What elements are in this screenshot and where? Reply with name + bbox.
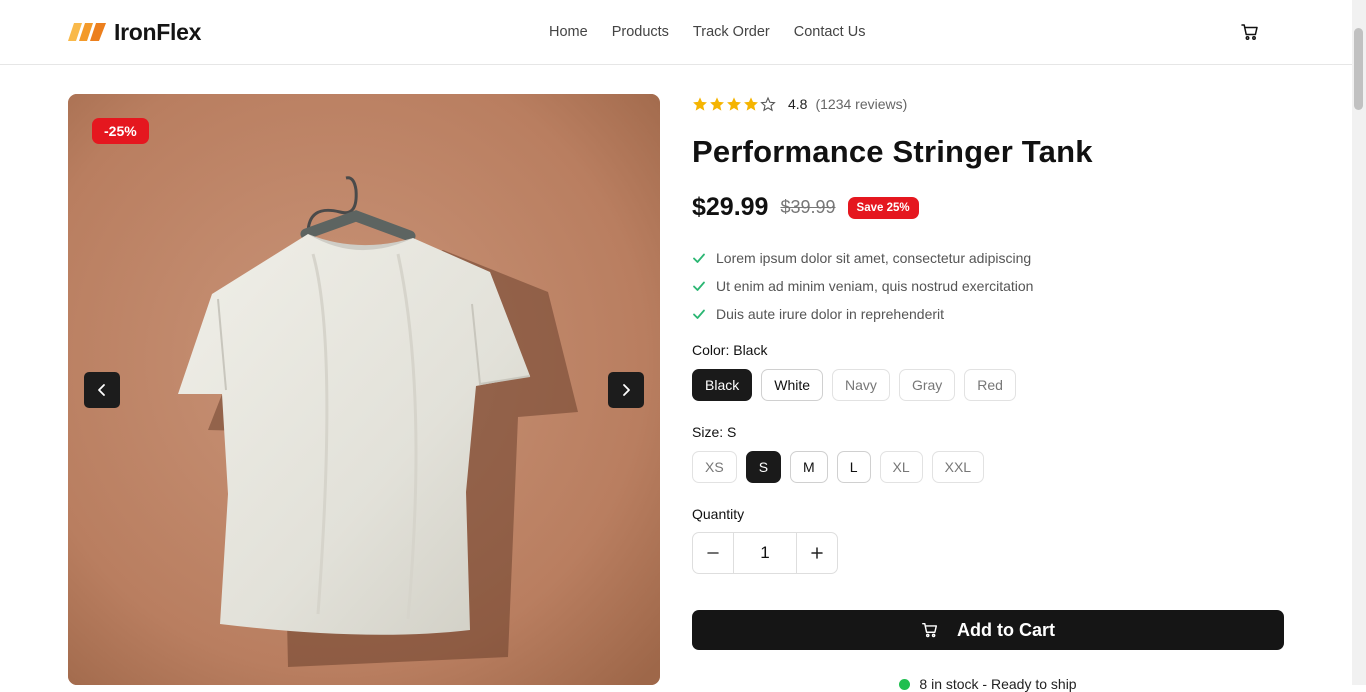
review-count[interactable]: (1234 reviews) (815, 96, 907, 112)
check-icon (693, 309, 705, 319)
star-outline-icon (760, 96, 776, 112)
check-icon (693, 253, 705, 263)
product-gallery: -25% (68, 94, 660, 685)
scrollbar-thumb[interactable] (1354, 28, 1363, 110)
color-options: Black White Navy Gray Red (692, 369, 1016, 401)
check-icon (693, 281, 705, 291)
color-option-gray[interactable]: Gray (898, 369, 956, 401)
price-row: $29.99 $39.99 Save 25% (692, 193, 919, 222)
size-options: XS S M L XL XXL (692, 451, 985, 483)
feature-item: Ut enim ad minim veniam, quis nostrud ex… (692, 272, 1033, 300)
current-price: $29.99 (692, 193, 769, 221)
size-option-xxl[interactable]: XXL (931, 451, 985, 483)
chevron-left-icon (98, 384, 105, 396)
size-option-l[interactable]: L (836, 451, 871, 483)
stock-text: 8 in stock - Ready to ship (919, 676, 1077, 692)
prev-image-button[interactable] (84, 372, 120, 408)
feature-text: Ut enim ad minim veniam, quis nostrud ex… (716, 278, 1034, 294)
nav-track-order[interactable]: Track Order (693, 22, 770, 42)
nav-products[interactable]: Products (612, 22, 669, 42)
color-option-white[interactable]: White (761, 369, 824, 401)
quantity-label: Quantity (692, 506, 745, 522)
quantity-value[interactable]: 1 (733, 533, 797, 573)
color-option-navy[interactable]: Navy (832, 369, 890, 401)
feature-item: Duis aute irure dolor in reprehenderit (692, 300, 1033, 328)
color-option-black[interactable]: Black (692, 369, 753, 401)
next-image-button[interactable] (608, 372, 644, 408)
logo[interactable]: IronFlex (68, 18, 201, 46)
chevron-right-icon (623, 384, 630, 396)
product-image (68, 94, 660, 685)
plus-icon (811, 547, 823, 559)
rating: 4.8 (1234 reviews) (692, 95, 907, 113)
rating-stars (692, 96, 776, 112)
stock-indicator (899, 678, 911, 690)
product-title: Performance Stringer Tank (692, 134, 1093, 169)
feature-item: Lorem ipsum dolor sit amet, consectetur … (692, 244, 1033, 272)
original-price: $39.99 (780, 197, 836, 217)
star-icon (710, 97, 724, 111)
save-badge: Save 25% (847, 196, 919, 219)
star-icon (744, 97, 758, 111)
color-label: Color: Black (692, 342, 768, 358)
logo-icon (68, 23, 106, 41)
size-label: Size: S (692, 424, 737, 440)
feature-text: Lorem ipsum dolor sit amet, consectetur … (716, 250, 1032, 266)
main-nav: Home Products Track Order Contact Us (549, 22, 865, 42)
size-option-xs[interactable]: XS (692, 451, 737, 483)
size-option-m[interactable]: M (790, 451, 828, 483)
nav-home[interactable]: Home (549, 22, 588, 42)
size-option-xl[interactable]: XL (879, 451, 923, 483)
site-header: IronFlex Home Products Track Order Conta… (0, 0, 1352, 65)
feature-list: Lorem ipsum dolor sit amet, consectetur … (692, 244, 1033, 328)
brand-name: IronFlex (114, 18, 202, 45)
feature-text: Duis aute irure dolor in reprehenderit (716, 306, 945, 322)
size-option-s[interactable]: S (745, 451, 782, 483)
add-to-cart-label: Add to Cart (957, 619, 1055, 640)
add-to-cart-button[interactable]: Add to Cart (692, 610, 1284, 650)
nav-contact-us[interactable]: Contact Us (794, 22, 866, 42)
stock-status: 8 in stock - Ready to ship (692, 676, 1284, 692)
cart-icon (922, 622, 938, 638)
star-icon (727, 97, 741, 111)
decrease-quantity-button[interactable] (693, 533, 733, 573)
color-option-red[interactable]: Red (964, 369, 1016, 401)
quantity-stepper: 1 (692, 532, 838, 574)
increase-quantity-button[interactable] (797, 533, 837, 573)
star-icon (693, 97, 707, 111)
cart-icon[interactable] (1240, 22, 1260, 42)
minus-icon (707, 552, 719, 554)
rating-value: 4.8 (788, 96, 808, 112)
discount-badge: -25% (92, 118, 149, 144)
